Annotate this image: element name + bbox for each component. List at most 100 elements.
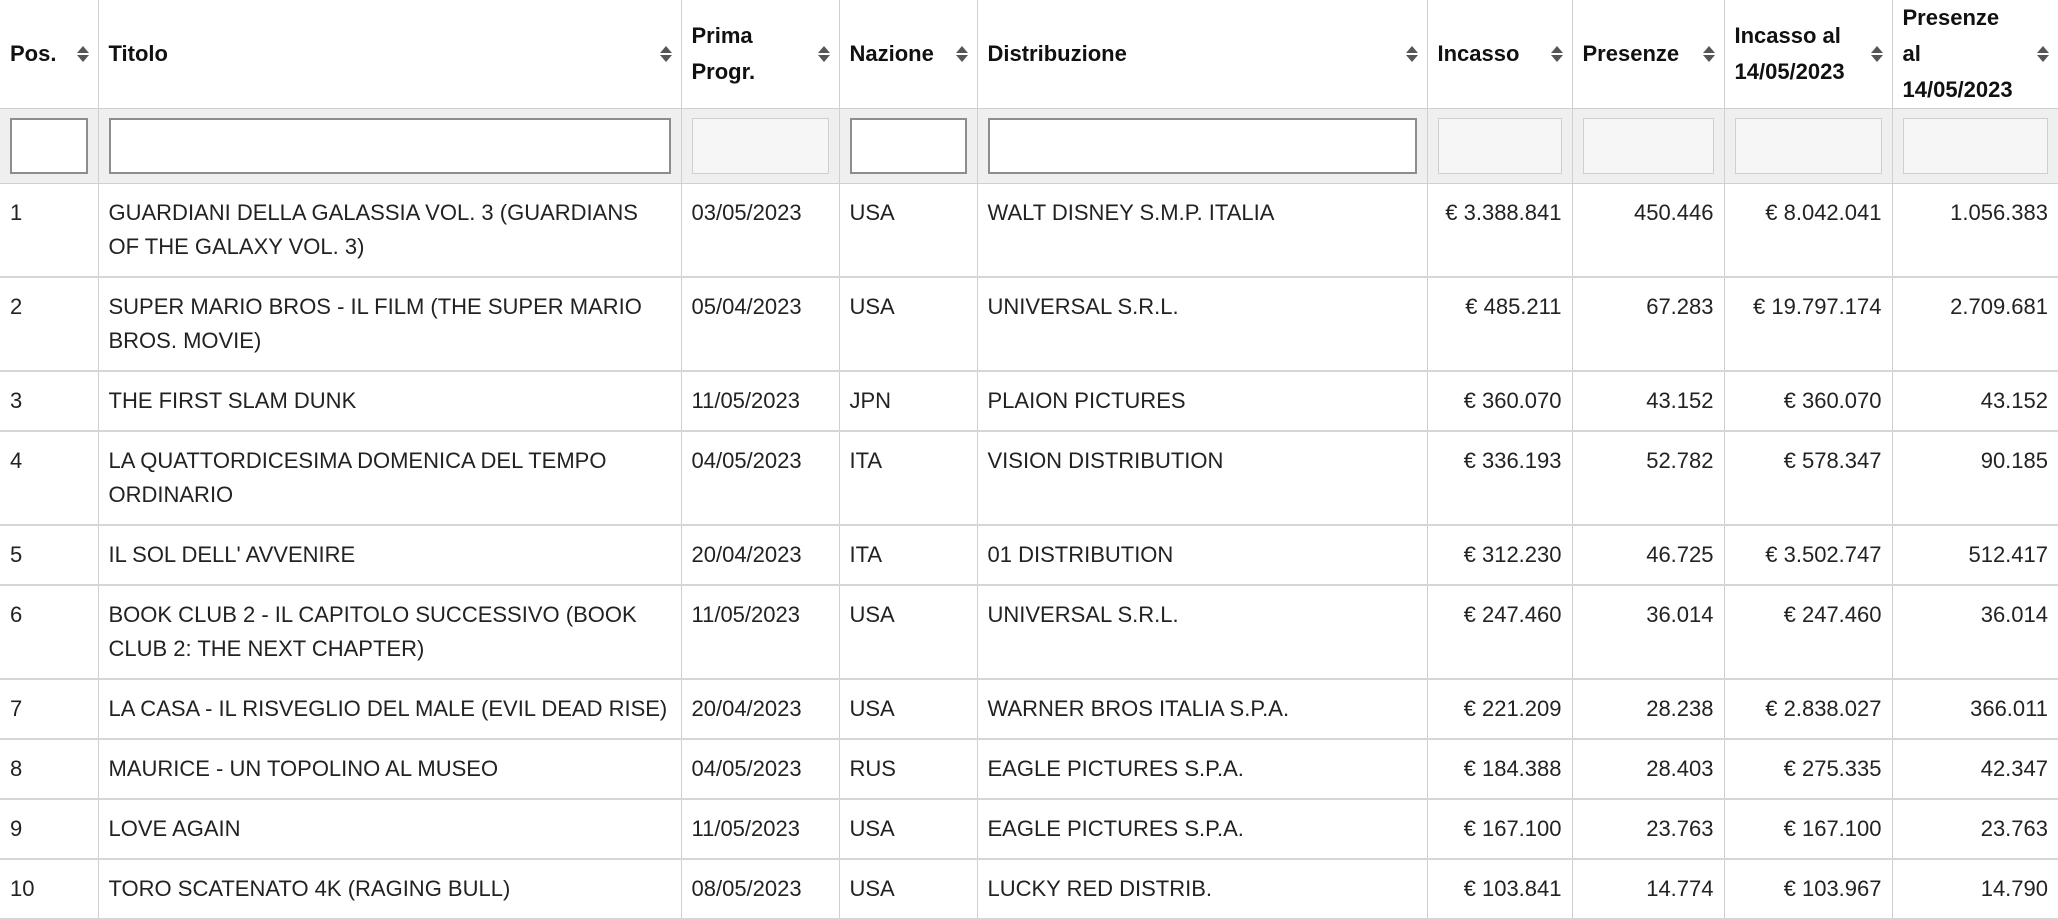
cell-nation: USA [838, 585, 977, 680]
distribution-filter-input[interactable] [987, 118, 1417, 174]
table-row: 1 GUARDIANI DELLA GALASSIA VOL. 3 (GUARDI… [0, 183, 2058, 278]
cell-nation: JPN [838, 371, 977, 432]
incasso-al-filter-input [1734, 118, 1882, 174]
cell-pos: 7 [0, 679, 98, 740]
cell-incasso: € 312.230 [1426, 525, 1572, 586]
sort-icon[interactable] [659, 45, 673, 63]
cell-incasso: € 360.070 [1426, 371, 1572, 432]
table-row: 9 LOVE AGAIN 11/05/2023 USA EAGLE PICTURES S… [0, 799, 2058, 860]
col-header-titolo[interactable]: Titolo [97, 0, 681, 109]
col-header-pos[interactable]: Pos. [0, 0, 98, 109]
cell-first-screening: 04/05/2023 [680, 431, 839, 526]
nation-filter-input[interactable] [849, 118, 967, 174]
cell-nation: USA [838, 277, 977, 372]
cell-title: LA QUATTORDICESIMA DOMENICA DEL TEMPO OR… [97, 431, 681, 526]
cell-presenze-al: 1.056.383 [1891, 183, 2058, 278]
cell-pos: 3 [0, 371, 98, 432]
filter-row [0, 108, 2058, 184]
cell-distribution: EAGLE PICTURES S.P.A. [976, 739, 1427, 800]
cell-incasso: € 247.460 [1426, 585, 1572, 680]
table-row: 3 THE FIRST SLAM DUNK 11/05/2023 JPN PLAION … [0, 371, 2058, 432]
cell-incasso: € 167.100 [1426, 799, 1572, 860]
cell-presenze-al: 2.709.681 [1891, 277, 2058, 372]
table-row: 8 MAURICE - UN TOPOLINO AL MUSEO 04/05/202… [0, 739, 2058, 800]
cell-nation: ITA [838, 431, 977, 526]
table-row: 6 BOOK CLUB 2 - IL CAPITOLO SUCCESSIVO (B… [0, 585, 2058, 680]
cell-first-screening: 03/05/2023 [680, 183, 839, 278]
col-header-prima-progr[interactable]: Prima Progr. [680, 0, 839, 109]
title-filter-input[interactable] [108, 118, 671, 174]
cell-presenze-al: 90.185 [1891, 431, 2058, 526]
cell-presenze: 23.763 [1571, 799, 1724, 860]
cell-distribution: LUCKY RED DISTRIB. [976, 859, 1427, 920]
cell-presenze-al: 14.790 [1891, 859, 2058, 920]
cell-nation: USA [838, 183, 977, 278]
sort-icon[interactable] [76, 45, 90, 63]
cell-first-screening: 05/04/2023 [680, 277, 839, 372]
cell-pos: 6 [0, 585, 98, 680]
cell-distribution: UNIVERSAL S.R.L. [976, 585, 1427, 680]
cell-title: BOOK CLUB 2 - IL CAPITOLO SUCCESSIVO (BO… [97, 585, 681, 680]
col-header-label: Incasso al 14/05/2023 [1734, 23, 1845, 84]
cell-pos: 1 [0, 183, 98, 278]
filter-cell [1723, 108, 1892, 184]
cell-presenze: 36.014 [1571, 585, 1724, 680]
sort-icon[interactable] [955, 45, 969, 63]
table-row: 7 LA CASA - IL RISVEGLIO DEL MALE (EVIL D… [0, 679, 2058, 740]
cell-first-screening: 11/05/2023 [680, 371, 839, 432]
cell-title: IL SOL DELL' AVVENIRE [97, 525, 681, 586]
cell-presenze-al: 512.417 [1891, 525, 2058, 586]
cell-presenze-al: 36.014 [1891, 585, 2058, 680]
filter-cell [838, 108, 977, 184]
cell-distribution: 01 DISTRIBUTION [976, 525, 1427, 586]
sort-icon[interactable] [1870, 45, 1884, 63]
cell-nation: RUS [838, 739, 977, 800]
col-header-label: Prima Progr. [691, 23, 756, 84]
cell-incasso-al: € 275.335 [1723, 739, 1892, 800]
cell-incasso: € 103.841 [1426, 859, 1572, 920]
cell-incasso: € 485.211 [1426, 277, 1572, 372]
cell-nation: USA [838, 799, 977, 860]
col-header-label: Incasso [1437, 41, 1520, 66]
col-header-label: Nazione [849, 41, 934, 66]
cell-nation: USA [838, 859, 977, 920]
sort-icon[interactable] [2036, 45, 2050, 63]
col-header-incasso[interactable]: Incasso [1426, 0, 1572, 109]
cell-presenze-al: 43.152 [1891, 371, 2058, 432]
col-header-distribuzione[interactable]: Distribuzione [976, 0, 1427, 109]
cell-incasso-al: € 247.460 [1723, 585, 1892, 680]
cell-distribution: WALT DISNEY S.M.P. ITALIA [976, 183, 1427, 278]
col-header-presenze[interactable]: Presenze [1571, 0, 1724, 109]
cell-title: MAURICE - UN TOPOLINO AL MUSEO [97, 739, 681, 800]
sort-icon[interactable] [1405, 45, 1419, 63]
col-header-presenze-al[interactable]: Presenze al 14/05/2023 [1891, 0, 2058, 109]
cell-presenze: 14.774 [1571, 859, 1724, 920]
cell-distribution: PLAION PICTURES [976, 371, 1427, 432]
cell-presenze: 43.152 [1571, 371, 1724, 432]
box-office-table: Pos. Titolo Prima Progr. Nazione Distrib… [0, 0, 2058, 920]
sort-icon[interactable] [817, 45, 831, 63]
pos-filter-input[interactable] [10, 118, 88, 174]
col-header-nazione[interactable]: Nazione [838, 0, 977, 109]
filter-cell [680, 108, 839, 184]
cell-pos: 10 [0, 859, 98, 920]
sort-icon[interactable] [1702, 45, 1716, 63]
cell-presenze: 67.283 [1571, 277, 1724, 372]
cell-incasso-al: € 8.042.041 [1723, 183, 1892, 278]
presenze-filter-input [1582, 118, 1714, 174]
incasso-filter-input [1437, 118, 1562, 174]
col-header-incasso-al[interactable]: Incasso al 14/05/2023 [1723, 0, 1892, 109]
filter-cell [1891, 108, 2058, 184]
cell-incasso: € 221.209 [1426, 679, 1572, 740]
sort-icon[interactable] [1550, 45, 1564, 63]
cell-incasso-al: € 2.838.027 [1723, 679, 1892, 740]
col-header-label: Presenze al 14/05/2023 [1902, 5, 2013, 102]
cell-first-screening: 11/05/2023 [680, 585, 839, 680]
cell-title: GUARDIANI DELLA GALASSIA VOL. 3 (GUARDIA… [97, 183, 681, 278]
table-row: 4 LA QUATTORDICESIMA DOMENICA DEL TEMPO O… [0, 431, 2058, 526]
cell-incasso: € 336.193 [1426, 431, 1572, 526]
cell-nation: USA [838, 679, 977, 740]
table-row: 10 TORO SCATENATO 4K (RAGING BULL) 08/05/2… [0, 859, 2058, 920]
presenze-al-filter-input [1902, 118, 2048, 174]
col-header-label: Presenze [1582, 41, 1680, 66]
